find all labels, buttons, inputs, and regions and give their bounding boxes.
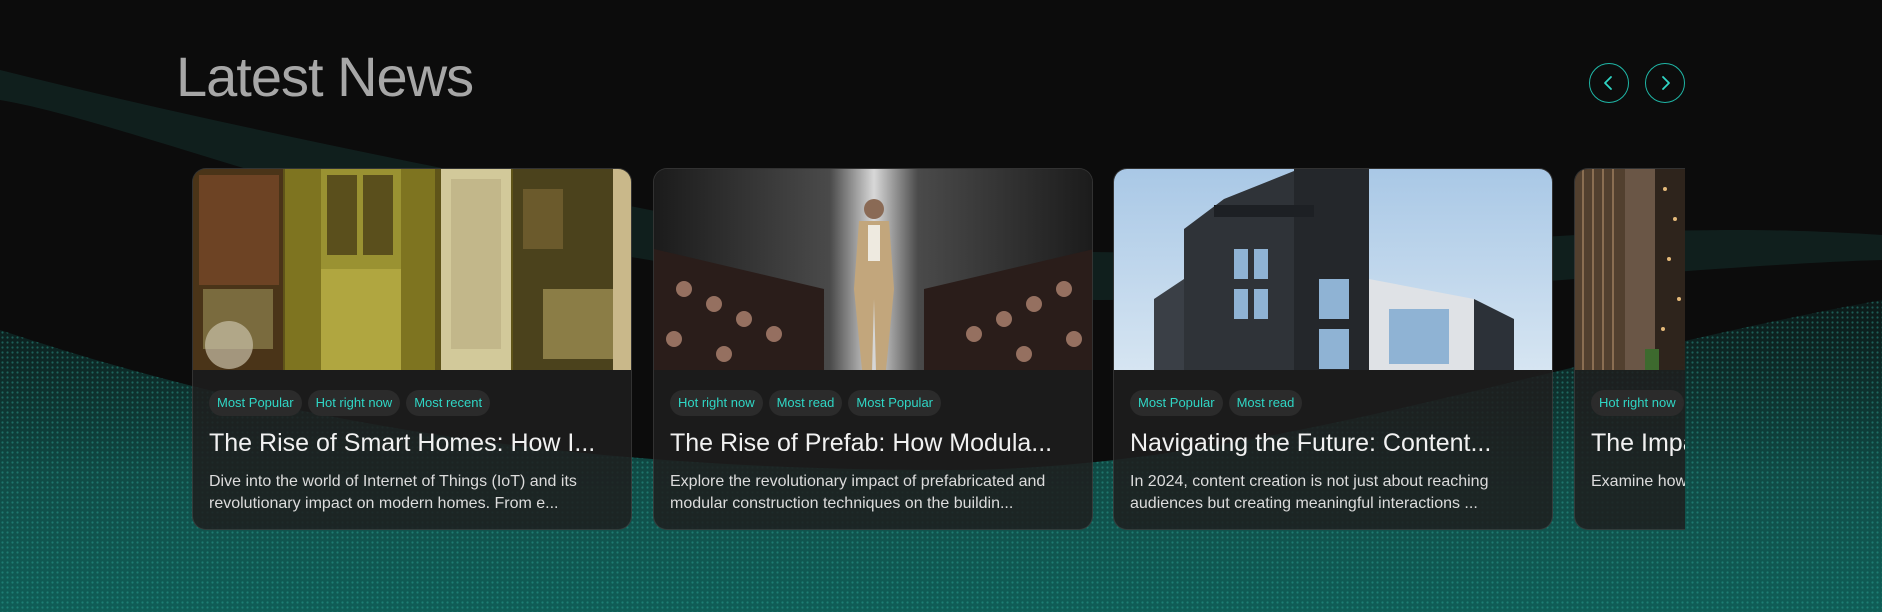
news-card[interactable]: Most Popular Most read Navigating the Fu… xyxy=(1113,168,1553,530)
fashion-runway-image xyxy=(654,169,1092,370)
tag[interactable]: Hot right now xyxy=(307,390,401,416)
room-interior-image xyxy=(193,169,631,370)
tag[interactable]: Most Popular xyxy=(1130,390,1223,416)
card-title[interactable]: The Rise of Prefab: How Modula... xyxy=(670,429,1078,458)
modern-building-image xyxy=(1114,169,1552,370)
chevron-left-icon xyxy=(1604,76,1612,90)
tag-list: Most Popular Most read xyxy=(1130,390,1303,416)
chevron-right-icon xyxy=(1662,76,1670,90)
tag[interactable]: Most read xyxy=(1228,390,1303,416)
tag[interactable]: Hot right now xyxy=(670,390,763,416)
tag[interactable]: Most read xyxy=(768,390,843,416)
building-facade-image xyxy=(1575,169,1685,370)
card-description: In 2024, content creation is not just ab… xyxy=(1130,473,1489,512)
card-title[interactable]: The Rise of Smart Homes: How I... xyxy=(209,429,617,458)
carousel-prev-button[interactable] xyxy=(1589,63,1629,103)
carousel-next-button[interactable] xyxy=(1645,63,1685,103)
card-title[interactable]: The Impa xyxy=(1591,429,1685,458)
news-card[interactable]: Hot right now Most read Most Popular The… xyxy=(653,168,1093,530)
news-carousel: Most Popular Hot right now Most recent T… xyxy=(192,168,1685,530)
tag-list: Most Popular Hot right now Most recent xyxy=(209,390,491,416)
card-description: Dive into the world of Internet of Thing… xyxy=(209,473,577,512)
tag[interactable]: Hot right now xyxy=(1591,390,1684,416)
tag[interactable]: Most Popular xyxy=(848,390,941,416)
tag[interactable]: Most recent xyxy=(406,390,491,416)
section-title: Latest News xyxy=(176,45,474,108)
news-card[interactable]: Hot right now The Impa Examine how indus… xyxy=(1574,168,1685,530)
tag-list: Hot right now xyxy=(1591,390,1684,416)
tag-list: Hot right now Most read Most Popular xyxy=(670,390,941,416)
tag[interactable]: Most Popular xyxy=(209,390,302,416)
news-card[interactable]: Most Popular Hot right now Most recent T… xyxy=(192,168,632,530)
card-description: Explore the revolutionary impact of pref… xyxy=(670,473,1046,512)
card-title[interactable]: Navigating the Future: Content... xyxy=(1130,429,1538,458)
card-description: Examine how industry and c xyxy=(1591,473,1685,490)
